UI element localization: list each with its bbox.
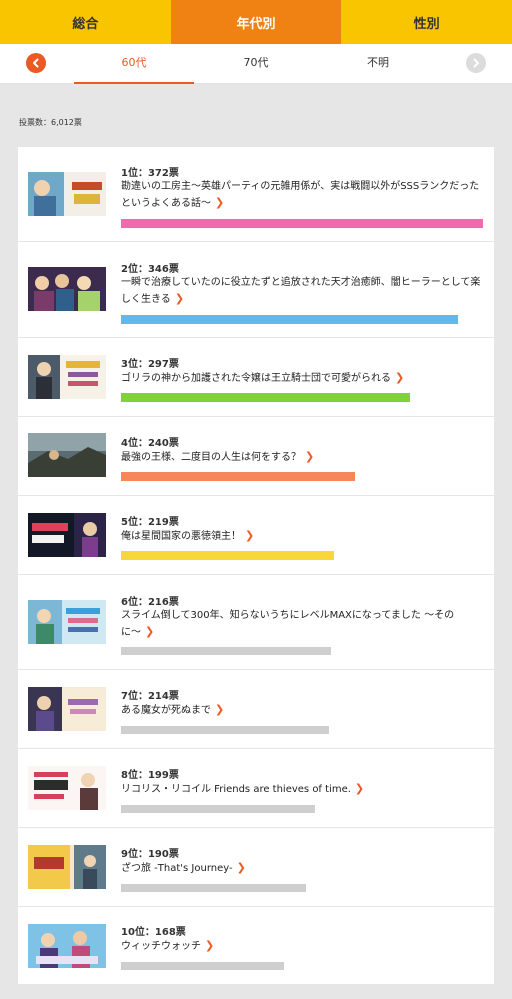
chevron-right-icon: ❯ xyxy=(174,292,185,305)
rank-votes: 10位：168票 xyxy=(121,927,186,938)
chevron-right-icon: ❯ xyxy=(205,939,215,952)
chevron-right-icon: ❯ xyxy=(395,371,405,384)
vote-bar xyxy=(121,805,315,813)
ranking-item-1[interactable]: 1位：372票 勘違いの工房主〜英雄パーティの元雑用係が、実は戦闘以外がSSSラ… xyxy=(18,147,494,242)
age-subnav: 60代 70代 不明 xyxy=(0,44,512,84)
ranking-item-6[interactable]: 6位：216票 スライム倒して300年、知らないうちにレベルMAXになってました… xyxy=(18,575,494,670)
next-arrow-icon[interactable] xyxy=(466,53,486,73)
thumbnail-image xyxy=(28,845,106,889)
ranking-item-3[interactable]: 3位：297票 ゴリラの神から加護された令嬢は王立騎士団で可愛がられる ❯ xyxy=(18,338,494,417)
rank-votes: 5位：219票 xyxy=(121,517,179,528)
tab-by-gender[interactable]: 性別 xyxy=(341,0,512,44)
chevron-right-icon: ❯ xyxy=(305,450,315,463)
ranking-item-10[interactable]: 10位：168票 ウィッチウォッチ ❯ xyxy=(18,907,494,984)
rank-votes: 6位：216票 xyxy=(121,597,179,608)
anime-title: ざつ旅 -That's Journey- ❯ xyxy=(121,861,246,874)
vote-bar xyxy=(121,472,355,481)
anime-title: 俺は星間国家の悪徳領主！ ❯ xyxy=(121,529,255,542)
ranking-item-2[interactable]: 2位：346票 一瞬で治療していたのに役立たずと追放された天才治癒師、闇ヒーラー… xyxy=(18,242,494,338)
thumbnail-image xyxy=(28,267,106,311)
chevron-right-icon: ❯ xyxy=(145,625,155,638)
subtab-unknown[interactable]: 不明 xyxy=(318,44,438,84)
anime-title: リコリス・リコイル Friends are thieves of time. ❯ xyxy=(121,782,365,795)
thumbnail-image xyxy=(28,600,106,644)
thumbnail-image xyxy=(28,355,106,399)
vote-bar xyxy=(121,726,329,734)
ranking-list: 1位：372票 勘違いの工房主〜英雄パーティの元雑用係が、実は戦闘以外がSSSラ… xyxy=(18,147,494,984)
thumbnail-image xyxy=(28,687,106,731)
rank-votes: 9位：190票 xyxy=(121,849,179,860)
chevron-right-icon: ❯ xyxy=(236,861,246,874)
anime-title: 一瞬で治療していたのに役立たずと追放された天才治癒師、闇ヒーラーとして楽しく生き… xyxy=(121,277,481,305)
tab-overall[interactable]: 総合 xyxy=(0,0,171,44)
ranking-item-8[interactable]: 8位：199票 リコリス・リコイル Friends are thieves of… xyxy=(18,749,494,828)
anime-title: 最強の王様、二度目の人生は何をする？ ❯ xyxy=(121,450,315,463)
prev-arrow-icon[interactable] xyxy=(26,53,46,73)
chevron-right-icon: ❯ xyxy=(215,196,225,209)
vote-bar xyxy=(121,551,334,560)
anime-title: ある魔女が死ぬまで ❯ xyxy=(121,703,225,716)
thumbnail-image xyxy=(28,433,106,477)
chevron-right-icon: ❯ xyxy=(245,529,255,542)
rank-votes: 8位：199票 xyxy=(121,770,179,781)
vote-count: 投票数：6,012票 xyxy=(19,118,82,127)
ranking-item-7[interactable]: 7位：214票 ある魔女が死ぬまで ❯ xyxy=(18,670,494,749)
tab-by-age[interactable]: 年代別 xyxy=(170,0,342,44)
thumbnail-image xyxy=(28,766,106,810)
rank-votes: 7位：214票 xyxy=(121,691,179,702)
anime-title: スライム倒して300年、知らないうちにレベルMAXになってました 〜そのに〜 ❯ xyxy=(121,610,455,638)
vote-bar xyxy=(121,962,284,970)
anime-title: ウィッチウォッチ ❯ xyxy=(121,939,215,952)
thumbnail-image xyxy=(28,172,106,216)
rank-votes: 4位：240票 xyxy=(121,438,179,449)
rank-votes: 2位：346票 xyxy=(121,264,179,275)
vote-bar xyxy=(121,647,331,655)
subtab-70s[interactable]: 70代 xyxy=(196,44,316,84)
rank-votes: 1位：372票 xyxy=(121,168,179,179)
anime-title: 勘違いの工房主〜英雄パーティの元雑用係が、実は戦闘以外がSSSランクだったという… xyxy=(121,181,480,209)
ranking-item-5[interactable]: 5位：219票 俺は星間国家の悪徳領主！ ❯ xyxy=(18,496,494,575)
vote-bar xyxy=(121,219,483,228)
thumbnail-image xyxy=(28,924,106,968)
rank-votes: 3位：297票 xyxy=(121,359,179,370)
chevron-right-icon: ❯ xyxy=(354,782,365,795)
ranking-item-9[interactable]: 9位：190票 ざつ旅 -That's Journey- ❯ xyxy=(18,828,494,907)
vote-bar xyxy=(121,393,410,402)
vote-bar xyxy=(121,315,458,324)
thumbnail-image xyxy=(28,513,106,557)
subtab-60s[interactable]: 60代 xyxy=(74,44,194,84)
category-tabs: 総合 年代別 性別 xyxy=(0,0,512,44)
anime-title: ゴリラの神から加護された令嬢は王立騎士団で可愛がられる ❯ xyxy=(121,371,405,384)
chevron-right-icon: ❯ xyxy=(215,703,225,716)
ranking-item-4[interactable]: 4位：240票 最強の王様、二度目の人生は何をする？ ❯ xyxy=(18,417,494,496)
vote-bar xyxy=(121,884,306,892)
